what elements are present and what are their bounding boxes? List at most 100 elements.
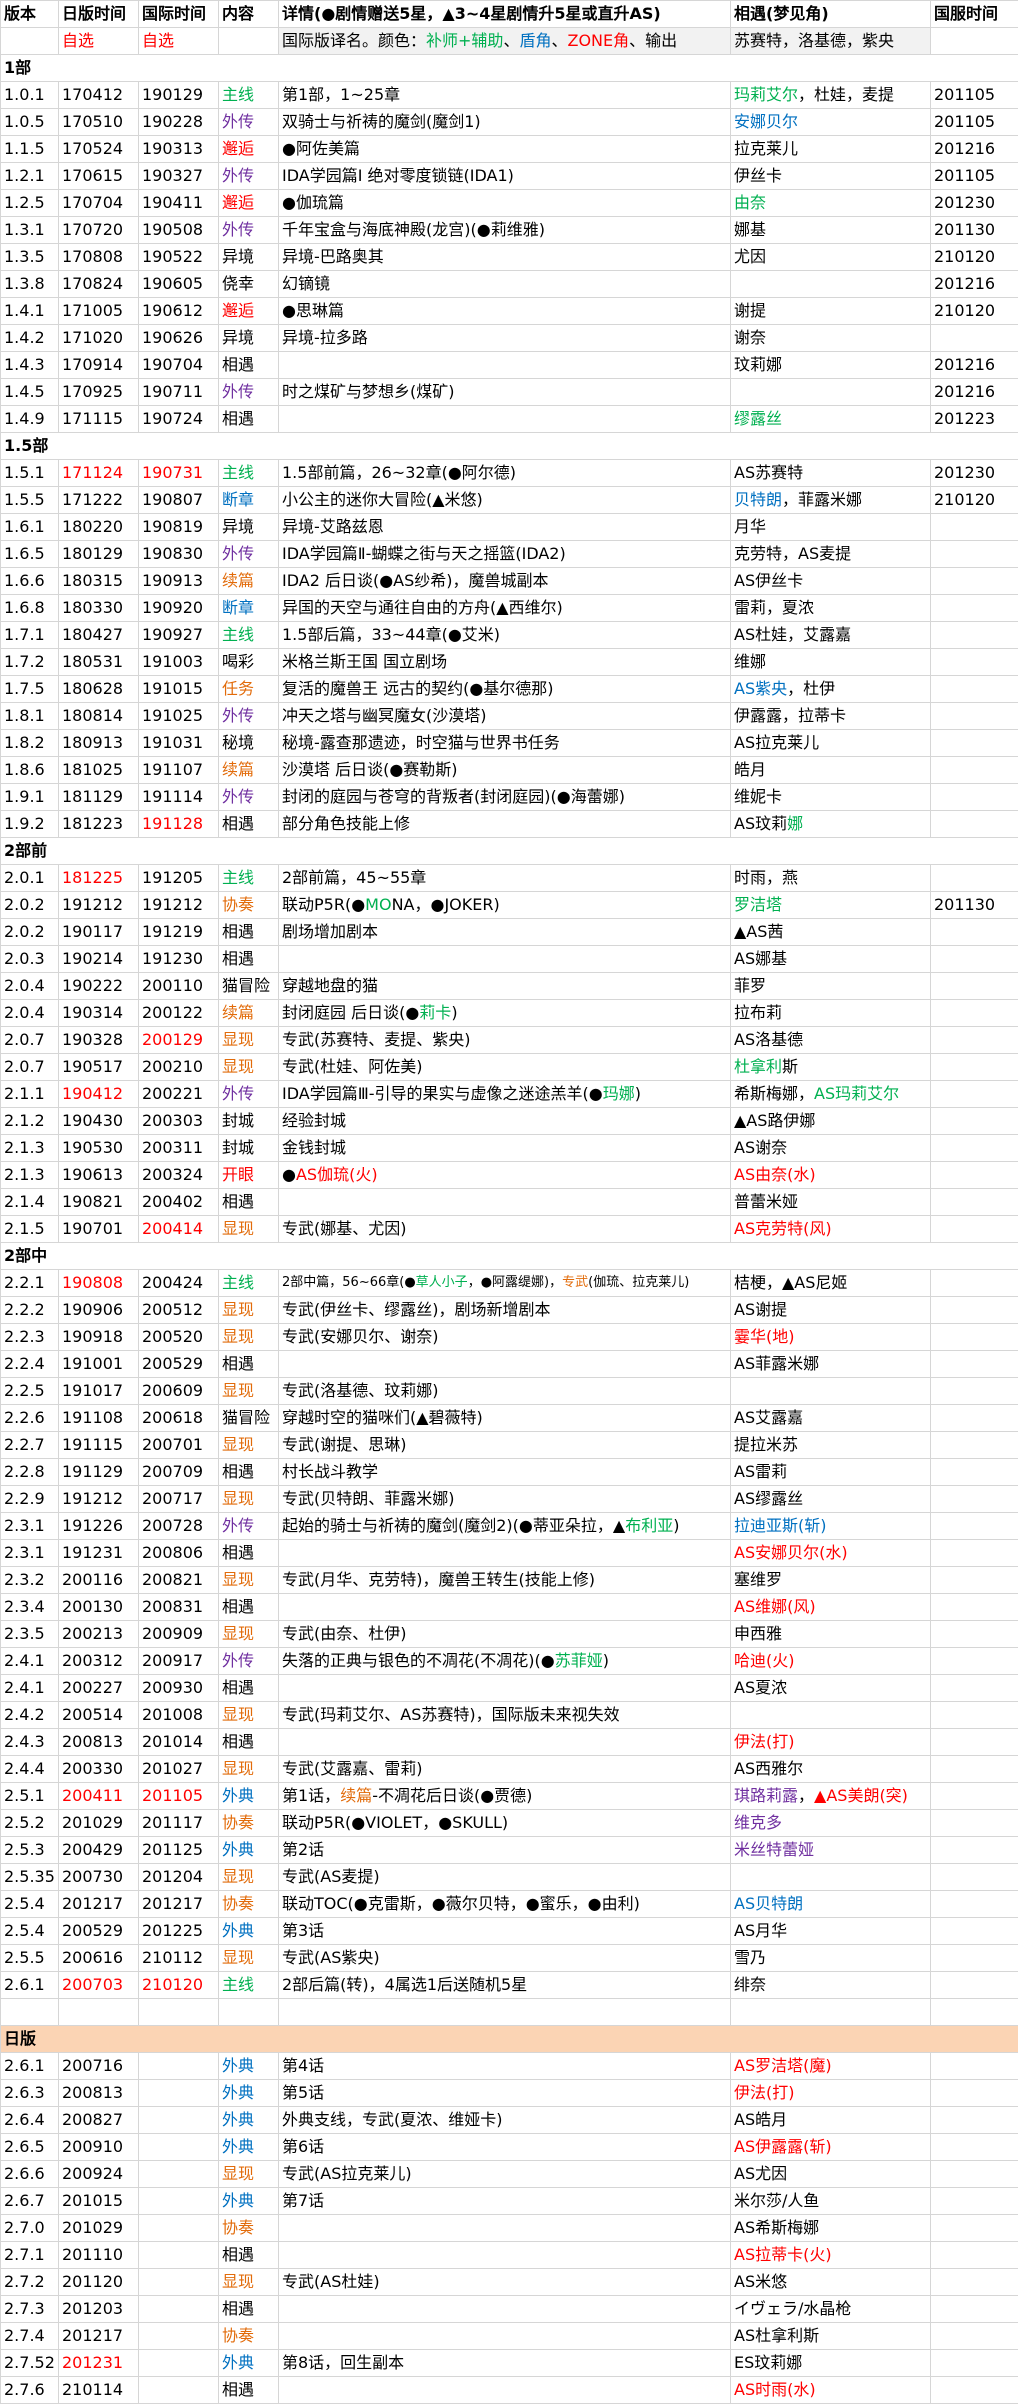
cell-text: 异境-艾路兹恩	[282, 517, 384, 536]
cell-text: 主线	[222, 1975, 254, 1994]
details-cell: 专武(谢提、思琳)	[279, 1432, 731, 1459]
jp-date-cell: 170412	[59, 82, 139, 109]
intl-date-cell: 国际时间	[139, 1, 219, 28]
version-cell: 1.6.5	[1, 541, 59, 568]
version-cell: 2.0.1	[1, 865, 59, 892]
cell-text: 201230	[934, 193, 995, 212]
details-cell: 第1部，1~25章	[279, 82, 731, 109]
encounter-cell: 伊露露，拉蒂卡	[731, 703, 931, 730]
cn-date-cell	[931, 946, 1018, 973]
table-row: 1.7.5180628191015任务复活的魔兽王 远古的契约(●基尔德那)AS…	[1, 676, 1018, 703]
content-type-cell: 主线	[219, 622, 279, 649]
intl-date-cell: 190830	[139, 541, 219, 568]
content-type-cell: 显现	[219, 1567, 279, 1594]
table-row: 2.5.5200616210112显现专武(AS紫央)雪乃	[1, 1945, 1018, 1972]
cell-text: 190605	[142, 274, 203, 293]
cell-text: 190613	[62, 1165, 123, 1184]
jp-date-cell: 191115	[59, 1432, 139, 1459]
table-row: 1.0.5170510190228外传双骑士与祈祷的魔剑(魔剑1)安娜贝尔201…	[1, 109, 1018, 136]
intl-date-cell: 200831	[139, 1594, 219, 1621]
encounter-cell: 维娜	[731, 649, 931, 676]
details-cell: 第6话	[279, 2134, 731, 2161]
cell-text: 190530	[62, 1138, 123, 1157]
version-cell: 2.6.4	[1, 2107, 59, 2134]
cell-text: 协奏	[222, 1894, 254, 1913]
cell-text: 补师+辅助	[426, 31, 503, 50]
cell-text: 国际时间	[142, 4, 206, 23]
cell-text: 1.4.9	[4, 409, 45, 428]
cell-text: 201130	[934, 895, 995, 914]
cn-date-cell	[931, 703, 1018, 730]
cn-date-cell	[931, 1189, 1018, 1216]
intl-date-cell	[139, 2242, 219, 2269]
encounter-cell: AS维娜(风)	[731, 1594, 931, 1621]
cell-text: -不凋花后日谈(●贾德)	[372, 1786, 532, 1805]
cell-text: 201105	[934, 85, 995, 104]
cell-text: AS夏浓	[734, 1678, 787, 1697]
content-type-cell: 断章	[219, 487, 279, 514]
cell-text: 2.7.3	[4, 2299, 45, 2318]
cell-text: 180315	[62, 571, 123, 590]
cell-text: 2.4.2	[4, 1705, 45, 1724]
cell-text: 200618	[142, 1408, 203, 1427]
version-cell: 2.2.6	[1, 1405, 59, 1432]
cell-text: 190412	[62, 1084, 123, 1103]
table-row: 2.0.4190314200122续篇封闭庭园 后日谈(●莉卡)拉布莉	[1, 1000, 1018, 1027]
cell-text: 外传	[222, 787, 254, 806]
cell-text: 邂逅	[222, 193, 254, 212]
cell-text: 显现	[222, 1867, 254, 1886]
cell-text: 相遇	[222, 1678, 254, 1697]
cell-text: 2.5.35	[4, 1867, 55, 1886]
cell-text: 201125	[142, 1840, 203, 1859]
cell-text: 穿越时空的猫咪们(▲碧薇特)	[282, 1408, 483, 1427]
content-type-cell: 内容	[219, 1, 279, 28]
jp-date-cell: 191226	[59, 1513, 139, 1540]
cell-text: 190117	[62, 922, 123, 941]
cell-text: ，菲露米娜	[782, 490, 862, 509]
intl-date-cell	[139, 2188, 219, 2215]
intl-date-cell: 200221	[139, 1081, 219, 1108]
cell-text: )	[451, 1003, 457, 1022]
jp-date-cell: 170615	[59, 163, 139, 190]
details-cell: 专武(由奈、杜伊)	[279, 1621, 731, 1648]
encounter-cell: AS尤因	[731, 2161, 931, 2188]
cell-text: 190626	[142, 328, 203, 347]
cell-text: 普蕾米娅	[734, 1192, 798, 1211]
cell-text: 190807	[142, 490, 203, 509]
cell-text: 200717	[142, 1489, 203, 1508]
details-cell	[279, 2215, 731, 2242]
cell-text: 201110	[62, 2245, 123, 2264]
cell-text: 180129	[62, 544, 123, 563]
cell-text: 谢提	[734, 301, 766, 320]
cell-text: 180913	[62, 733, 123, 752]
version-cell: 版本	[1, 1, 59, 28]
version-cell: 2.0.7	[1, 1027, 59, 1054]
cell-text: 2.0.4	[4, 976, 45, 995]
table-row: 2.3.1191231200806相遇AS安娜贝尔(水)	[1, 1540, 1018, 1567]
encounter-cell: 米丝特蕾娅	[731, 1837, 931, 1864]
version-cell: 2.1.5	[1, 1216, 59, 1243]
table-row: 2.2.3190918200520显现专武(安娜贝尔、谢奈)霎华(地)	[1, 1324, 1018, 1351]
content-type-cell: 显现	[219, 1702, 279, 1729]
cn-date-cell	[931, 1972, 1018, 1999]
cn-date-cell: 210120	[931, 244, 1018, 271]
cell-text: 191115	[62, 1435, 123, 1454]
cell-text: 201217	[62, 1894, 123, 1913]
cell-text: 主线	[222, 85, 254, 104]
intl-date-cell: 200806	[139, 1540, 219, 1567]
version-cell: 2.0.7	[1, 1054, 59, 1081]
jp-date-cell: 200529	[59, 1918, 139, 1945]
encounter-cell: 希斯梅娜，AS玛莉艾尔	[731, 1081, 931, 1108]
cn-date-cell	[931, 1162, 1018, 1189]
cell-text: 玛娜	[603, 1084, 635, 1103]
table-row: 2.0.2190117191219相遇剧场增加剧本▲AS茜	[1, 919, 1018, 946]
cn-date-cell	[931, 2107, 1018, 2134]
jp-date-cell: 171222	[59, 487, 139, 514]
version-cell: 1.5.1	[1, 460, 59, 487]
encounter-cell: AS紫央，杜伊	[731, 676, 931, 703]
cell-text: IDA学园篇Ⅰ 绝对零度锁链(IDA1)	[282, 166, 514, 185]
jp-date-cell: 181025	[59, 757, 139, 784]
table-row: 1.2.5170704190411邂逅●伽琉篇由奈201230	[1, 190, 1018, 217]
encounter-cell: 维妮卡	[731, 784, 931, 811]
details-cell: IDA学园篇Ⅱ-蝴蝶之街与天之摇篮(IDA2)	[279, 541, 731, 568]
